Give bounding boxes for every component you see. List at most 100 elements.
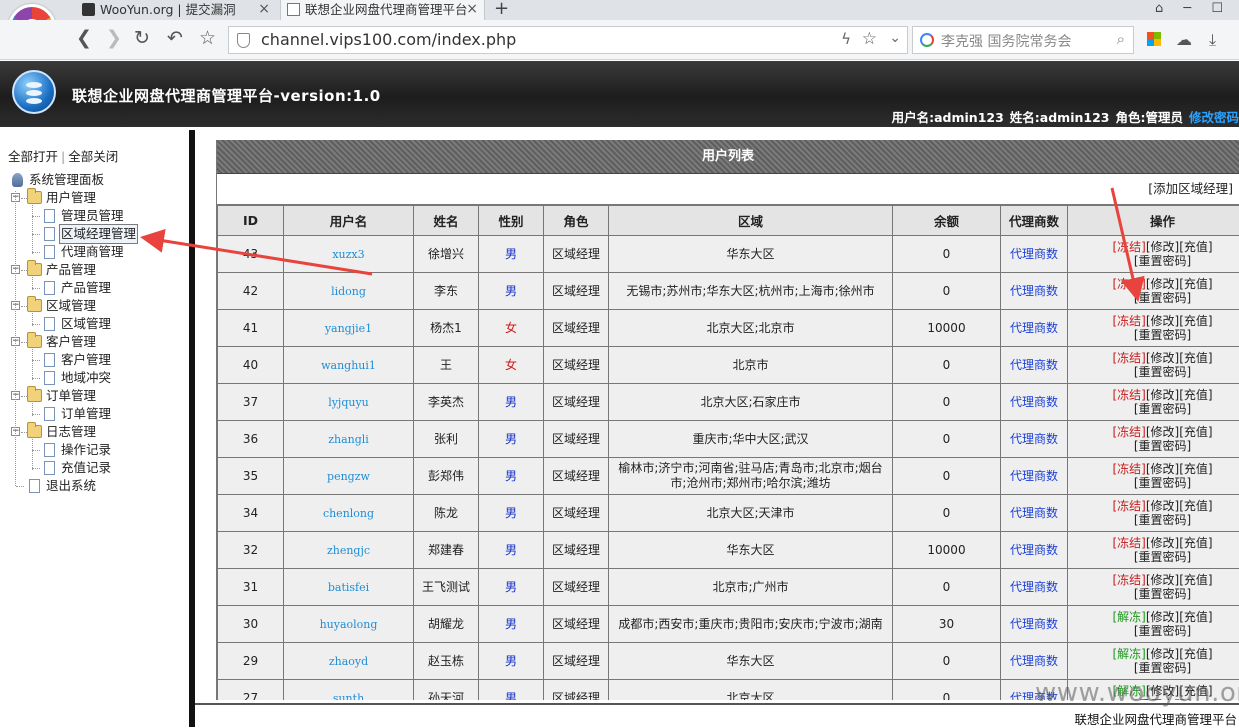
tree-label[interactable]: 订单管理 <box>46 387 96 405</box>
add-region-manager-link[interactable]: [添加区域经理] <box>1148 181 1233 196</box>
unfreeze-link[interactable]: [解冻] <box>1112 647 1145 661</box>
tree-label[interactable]: 客户管理 <box>46 333 96 351</box>
cell-username-link[interactable]: sunth <box>284 680 414 701</box>
cell-username-link[interactable]: xuzx3 <box>284 236 414 273</box>
tree-label[interactable]: 产品管理 <box>61 279 111 297</box>
edit-link[interactable]: [修改] <box>1146 240 1179 254</box>
reset-password-link[interactable]: [重置密码] <box>1134 439 1191 453</box>
reset-password-link[interactable]: [重置密码] <box>1134 365 1191 379</box>
tree-label[interactable]: 区域经理管理 <box>59 224 138 244</box>
change-password-link[interactable]: 修改密码 <box>1189 110 1239 125</box>
reset-password-link[interactable]: [重置密码] <box>1134 328 1191 342</box>
edit-link[interactable]: [修改] <box>1146 462 1179 476</box>
lightning-icon[interactable]: ϟ <box>841 30 851 48</box>
cell-agents-link[interactable]: 代理商数 <box>1001 236 1068 273</box>
reset-password-link[interactable]: [重置密码] <box>1134 254 1191 268</box>
window-controls[interactable]: ⌂ ─ ☐ <box>1155 1 1231 16</box>
close-icon[interactable]: × <box>466 0 478 19</box>
reset-password-link[interactable]: [重置密码] <box>1134 513 1191 527</box>
edit-link[interactable]: [修改] <box>1146 536 1179 550</box>
tree-label[interactable]: 系统管理面板 <box>29 171 104 189</box>
cell-agents-link[interactable]: 代理商数 <box>1001 495 1068 532</box>
tree-label[interactable]: 充值记录 <box>61 459 111 477</box>
recharge-link[interactable]: [充值] <box>1179 314 1212 328</box>
cell-username-link[interactable]: huyaolong <box>284 606 414 643</box>
freeze-link[interactable]: [冻结] <box>1112 536 1145 550</box>
cell-agents-link[interactable]: 代理商数 <box>1001 310 1068 347</box>
freeze-link[interactable]: [冻结] <box>1112 573 1145 587</box>
search-input[interactable]: 李克强 国务院常务会 <box>941 31 1071 51</box>
recharge-link[interactable]: [充值] <box>1179 462 1212 476</box>
edit-link[interactable]: [修改] <box>1146 277 1179 291</box>
cell-username-link[interactable]: zhaoyd <box>284 643 414 680</box>
cell-username-link[interactable]: lyjquyu <box>284 384 414 421</box>
edit-link[interactable]: [修改] <box>1146 314 1179 328</box>
reset-password-link[interactable]: [重置密码] <box>1134 624 1191 638</box>
cell-username-link[interactable]: pengzw <box>284 458 414 495</box>
download-icon[interactable]: ⤓ <box>1209 30 1216 50</box>
freeze-link[interactable]: [冻结] <box>1112 499 1145 513</box>
recharge-link[interactable]: [充值] <box>1179 351 1212 365</box>
edit-link[interactable]: [修改] <box>1146 499 1179 513</box>
tree-label[interactable]: 管理员管理 <box>61 207 124 225</box>
favorite-star-icon[interactable]: ☆ <box>862 29 877 49</box>
edit-link[interactable]: [修改] <box>1146 647 1179 661</box>
freeze-link[interactable]: [冻结] <box>1112 351 1145 365</box>
cell-agents-link[interactable]: 代理商数 <box>1001 532 1068 569</box>
recharge-link[interactable]: [充值] <box>1179 388 1212 402</box>
recharge-link[interactable]: [充值] <box>1179 610 1212 624</box>
cell-agents-link[interactable]: 代理商数 <box>1001 347 1068 384</box>
edit-link[interactable]: [修改] <box>1146 425 1179 439</box>
edit-link[interactable]: [修改] <box>1146 573 1179 587</box>
search-icon[interactable]: ⌕ <box>1117 30 1125 48</box>
tree-label[interactable]: 区域管理 <box>61 315 111 333</box>
tree-label[interactable]: 用户管理 <box>46 189 96 207</box>
back-icon[interactable]: ❮ <box>76 27 92 49</box>
reset-password-link[interactable]: [重置密码] <box>1134 402 1191 416</box>
tree-label[interactable]: 退出系统 <box>46 477 96 495</box>
chevron-down-icon[interactable]: ⌄ <box>889 30 901 46</box>
recharge-link[interactable]: [充值] <box>1179 573 1212 587</box>
edit-link[interactable]: [修改] <box>1146 610 1179 624</box>
cell-username-link[interactable]: lidong <box>284 273 414 310</box>
apps-grid-icon[interactable] <box>1147 32 1161 46</box>
cell-agents-link[interactable]: 代理商数 <box>1001 273 1068 310</box>
tree-label[interactable]: 日志管理 <box>46 423 96 441</box>
freeze-link[interactable]: [冻结] <box>1112 388 1145 402</box>
undo-icon[interactable]: ↶ <box>167 27 183 49</box>
tree-label[interactable]: 订单管理 <box>61 405 111 423</box>
cell-username-link[interactable]: batisfei <box>284 569 414 606</box>
reset-password-link[interactable]: [重置密码] <box>1134 661 1191 675</box>
browser-tab-active[interactable]: 联想企业网盘代理商管理平台 × <box>280 0 485 20</box>
recharge-link[interactable]: [充值] <box>1179 240 1212 254</box>
cell-username-link[interactable]: wanghui1 <box>284 347 414 384</box>
cell-agents-link[interactable]: 代理商数 <box>1001 643 1068 680</box>
cloud-icon[interactable]: ☁ <box>1176 30 1192 49</box>
reset-password-link[interactable]: [重置密码] <box>1134 587 1191 601</box>
unfreeze-link[interactable]: [解冻] <box>1112 610 1145 624</box>
recharge-link[interactable]: [充值] <box>1179 425 1212 439</box>
expand-all-link[interactable]: 全部打开 <box>8 149 58 164</box>
freeze-link[interactable]: [冻结] <box>1112 425 1145 439</box>
cell-agents-link[interactable]: 代理商数 <box>1001 421 1068 458</box>
new-tab-button[interactable]: + <box>494 0 509 19</box>
tree-label[interactable]: 地域冲突 <box>61 369 111 387</box>
bookmark-star-icon[interactable]: ☆ <box>199 27 216 49</box>
tree-label[interactable]: 产品管理 <box>46 261 96 279</box>
tree-label[interactable]: 代理商管理 <box>61 243 124 261</box>
cell-agents-link[interactable]: 代理商数 <box>1001 458 1068 495</box>
reset-password-link[interactable]: [重置密码] <box>1134 291 1191 305</box>
url-text[interactable]: channel.vips100.com/index.php <box>261 30 516 49</box>
reset-password-link[interactable]: [重置密码] <box>1134 476 1191 490</box>
cell-agents-link[interactable]: 代理商数 <box>1001 384 1068 421</box>
recharge-link[interactable]: [充值] <box>1179 536 1212 550</box>
cell-username-link[interactable]: yangjie1 <box>284 310 414 347</box>
close-icon[interactable]: × <box>258 0 270 19</box>
recharge-link[interactable]: [充值] <box>1179 277 1212 291</box>
reset-password-link[interactable]: [重置密码] <box>1134 550 1191 564</box>
tree-label[interactable]: 操作记录 <box>61 441 111 459</box>
freeze-link[interactable]: [冻结] <box>1112 240 1145 254</box>
cell-agents-link[interactable]: 代理商数 <box>1001 606 1068 643</box>
tree-label[interactable]: 区域管理 <box>46 297 96 315</box>
cell-username-link[interactable]: zhangli <box>284 421 414 458</box>
